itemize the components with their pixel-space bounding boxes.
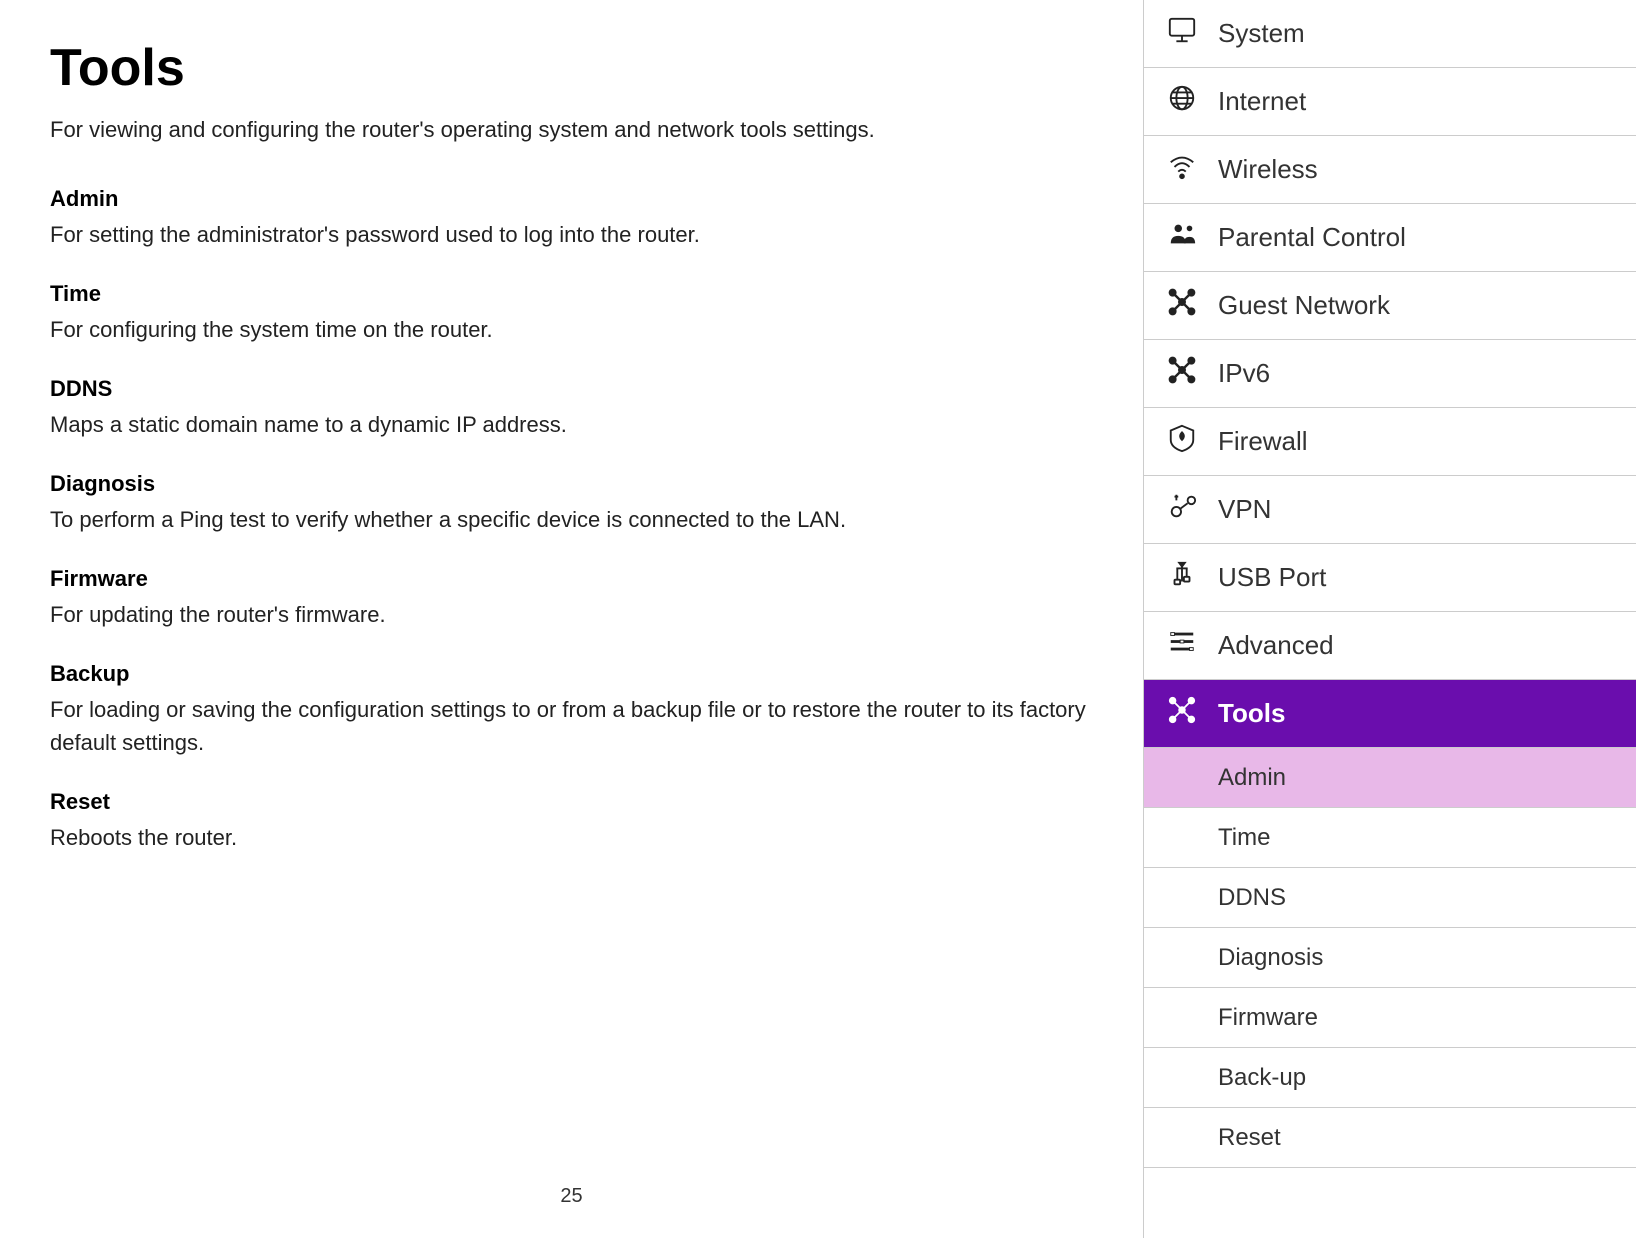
sidebar-item-label-wireless: Wireless <box>1218 154 1318 185</box>
tools-icon <box>1164 695 1200 732</box>
sidebar-subitem-label-backup: Back-up <box>1218 1064 1306 1092</box>
sidebar-item-tools[interactable]: Tools <box>1144 680 1636 748</box>
section-title-diagnosis: Diagnosis <box>50 471 1093 497</box>
section-time: Time For configuring the system time on t… <box>50 281 1093 346</box>
sidebar-item-usb[interactable]: USB Port <box>1144 544 1636 612</box>
section-title-firmware: Firmware <box>50 566 1093 592</box>
ipv6-icon <box>1164 355 1200 392</box>
sidebar-item-system[interactable]: System <box>1144 0 1636 68</box>
section-desc-diagnosis: To perform a Ping test to verify whether… <box>50 503 1093 536</box>
sidebar: System Internet Wireless Parental Contro… <box>1143 0 1636 1238</box>
sidebar-subitem-label-reset: Reset <box>1218 1124 1281 1152</box>
sidebar-item-parental[interactable]: Parental Control <box>1144 204 1636 272</box>
sidebar-item-wireless[interactable]: Wireless <box>1144 136 1636 204</box>
section-desc-firmware: For updating the router's firmware. <box>50 598 1093 631</box>
section-diagnosis: Diagnosis To perform a Ping test to verif… <box>50 471 1093 536</box>
sidebar-item-guest[interactable]: Guest Network <box>1144 272 1636 340</box>
sidebar-subitem-firmware[interactable]: Firmware <box>1144 988 1636 1048</box>
sidebar-subitem-diagnosis[interactable]: Diagnosis <box>1144 928 1636 988</box>
sidebar-item-label-internet: Internet <box>1218 86 1306 117</box>
sidebar-item-label-tools: Tools <box>1218 698 1285 729</box>
section-desc-admin: For setting the administrator's password… <box>50 218 1093 251</box>
section-desc-time: For configuring the system time on the r… <box>50 313 1093 346</box>
sidebar-item-label-ipv6: IPv6 <box>1218 358 1270 389</box>
sidebar-subitem-time[interactable]: Time <box>1144 808 1636 868</box>
sidebar-item-label-advanced: Advanced <box>1218 630 1334 661</box>
sidebar-subitem-label-ddns: DDNS <box>1218 884 1286 912</box>
parental-icon <box>1164 219 1200 256</box>
sidebar-item-label-usb: USB Port <box>1218 562 1326 593</box>
sidebar-item-label-system: System <box>1218 18 1305 49</box>
section-desc-reset: Reboots the router. <box>50 821 1093 854</box>
sidebar-item-label-guest: Guest Network <box>1218 290 1390 321</box>
advanced-icon <box>1164 627 1200 664</box>
sidebar-item-advanced[interactable]: Advanced <box>1144 612 1636 680</box>
sidebar-subitem-label-diagnosis: Diagnosis <box>1218 944 1323 972</box>
section-firmware: Firmware For updating the router's firmwa… <box>50 566 1093 631</box>
sidebar-subitem-reset[interactable]: Reset <box>1144 1108 1636 1168</box>
wireless-icon <box>1164 151 1200 188</box>
sidebar-item-label-firewall: Firewall <box>1218 426 1308 457</box>
sidebar-subitem-backup[interactable]: Back-up <box>1144 1048 1636 1108</box>
page-title: Tools <box>50 40 1093 97</box>
sidebar-item-label-parental: Parental Control <box>1218 222 1406 253</box>
guest-icon <box>1164 287 1200 324</box>
section-backup: Backup For loading or saving the configur… <box>50 661 1093 759</box>
sidebar-item-ipv6[interactable]: IPv6 <box>1144 340 1636 408</box>
monitor-icon <box>1164 15 1200 52</box>
section-desc-backup: For loading or saving the configuration … <box>50 693 1093 759</box>
section-title-time: Time <box>50 281 1093 307</box>
main-content: Tools For viewing and configuring the ro… <box>0 0 1143 1238</box>
section-title-backup: Backup <box>50 661 1093 687</box>
vpn-icon <box>1164 491 1200 528</box>
section-desc-ddns: Maps a static domain name to a dynamic I… <box>50 408 1093 441</box>
sidebar-subitem-label-firmware: Firmware <box>1218 1004 1318 1032</box>
sidebar-subitem-admin[interactable]: Admin <box>1144 748 1636 808</box>
sidebar-item-vpn[interactable]: VPN <box>1144 476 1636 544</box>
internet-icon <box>1164 83 1200 120</box>
sections-container: Admin For setting the administrator's pas… <box>50 186 1093 854</box>
page-number: 25 <box>560 1185 582 1208</box>
firewall-icon <box>1164 423 1200 460</box>
section-title-admin: Admin <box>50 186 1093 212</box>
section-ddns: DDNS Maps a static domain name to a dynam… <box>50 376 1093 441</box>
sidebar-item-internet[interactable]: Internet <box>1144 68 1636 136</box>
sidebar-subitem-label-admin: Admin <box>1218 764 1286 792</box>
usb-icon <box>1164 559 1200 596</box>
section-admin: Admin For setting the administrator's pas… <box>50 186 1093 251</box>
sidebar-item-label-vpn: VPN <box>1218 494 1271 525</box>
sidebar-item-firewall[interactable]: Firewall <box>1144 408 1636 476</box>
section-reset: Reset Reboots the router. <box>50 789 1093 854</box>
page-intro: For viewing and configuring the router's… <box>50 113 1093 146</box>
sidebar-subitem-label-time: Time <box>1218 824 1270 852</box>
section-title-ddns: DDNS <box>50 376 1093 402</box>
sidebar-subitem-ddns[interactable]: DDNS <box>1144 868 1636 928</box>
section-title-reset: Reset <box>50 789 1093 815</box>
